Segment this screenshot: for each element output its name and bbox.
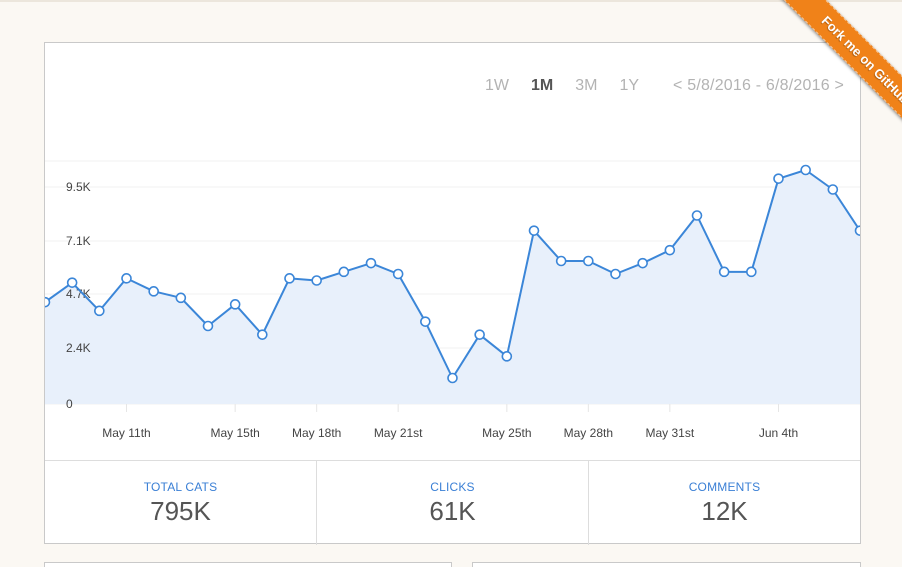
stat-clicks: CLICKS 61K (317, 461, 589, 545)
x-tick-label: Jun 4th (759, 426, 798, 440)
x-tick-label: May 11th (102, 426, 150, 440)
stat-value: 61K (429, 496, 476, 526)
range-1m-button[interactable]: 1M (531, 77, 553, 95)
bottom-card-left (44, 562, 452, 567)
y-tick-label: 0 (66, 397, 73, 411)
data-point (365, 257, 377, 269)
stat-total-cats: TOTAL CATS 795K (45, 461, 317, 545)
data-point (66, 277, 78, 288)
x-tick-label: May 21st (374, 426, 423, 440)
range-3m-button[interactable]: 3M (575, 77, 597, 95)
fork-me-ribbon[interactable]: Fork me on GitHub (780, 0, 902, 145)
data-point (501, 351, 513, 362)
data-point (447, 372, 458, 384)
data-point (664, 244, 676, 256)
data-point (800, 164, 811, 176)
data-point (827, 184, 839, 195)
data-point (583, 255, 594, 267)
data-point (229, 299, 241, 310)
area-fill (45, 170, 860, 404)
stat-label[interactable]: TOTAL CATS (45, 480, 316, 494)
stat-label[interactable]: COMMENTS (589, 480, 860, 494)
dashboard-card: 0 2.4K 4.7K 7.1K 9.5K May 11th May 15th May 18t… (44, 42, 861, 545)
data-point (311, 275, 322, 286)
data-point (474, 329, 485, 340)
data-point (773, 173, 784, 184)
data-point (338, 266, 350, 278)
y-tick-label: 2.4K (66, 341, 91, 355)
x-tick-label: May 31st (645, 426, 694, 440)
data-point (175, 292, 187, 304)
data-point (691, 210, 703, 221)
stats-row: TOTAL CATS 795K CLICKS 61K COMMENTS 12K (45, 460, 860, 545)
data-point (202, 320, 214, 332)
range-1w-button[interactable]: 1W (485, 77, 509, 95)
data-point (555, 255, 567, 267)
stat-label[interactable]: CLICKS (317, 480, 588, 494)
github-ribbon-wrap: Fork me on GitHub (753, 0, 902, 149)
bottom-card-right (472, 562, 861, 567)
data-point (746, 266, 757, 278)
x-tick-label: May 18th (292, 426, 341, 440)
data-point (45, 296, 51, 308)
stat-comments: COMMENTS 12K (589, 461, 860, 545)
data-point (257, 329, 268, 340)
data-point (94, 305, 105, 317)
data-point (610, 268, 621, 280)
data-point (528, 225, 540, 236)
data-point (637, 257, 648, 269)
y-tick-label: 7.1K (66, 234, 91, 248)
stat-value: 12K (701, 496, 748, 526)
y-tick-label: 9.5K (66, 180, 91, 194)
x-tick-label: May 25th (482, 426, 531, 440)
range-1y-button[interactable]: 1Y (619, 77, 639, 95)
stat-value: 795K (150, 496, 211, 526)
area-chart: 02.4K4.7K7.1K9.5KMay 11th May 15th May 18t… (45, 160, 860, 440)
x-tick-label: May 15th (210, 426, 259, 440)
data-point (121, 273, 132, 284)
data-point (148, 286, 159, 297)
data-point (392, 268, 404, 280)
page: 0 2.4K 4.7K 7.1K 9.5K May 11th May 15th May 18t… (0, 0, 902, 567)
data-point (420, 316, 431, 327)
data-point (718, 266, 730, 278)
x-tick-label: May 28th (564, 426, 613, 440)
data-point (284, 273, 295, 284)
data-point (854, 225, 860, 236)
